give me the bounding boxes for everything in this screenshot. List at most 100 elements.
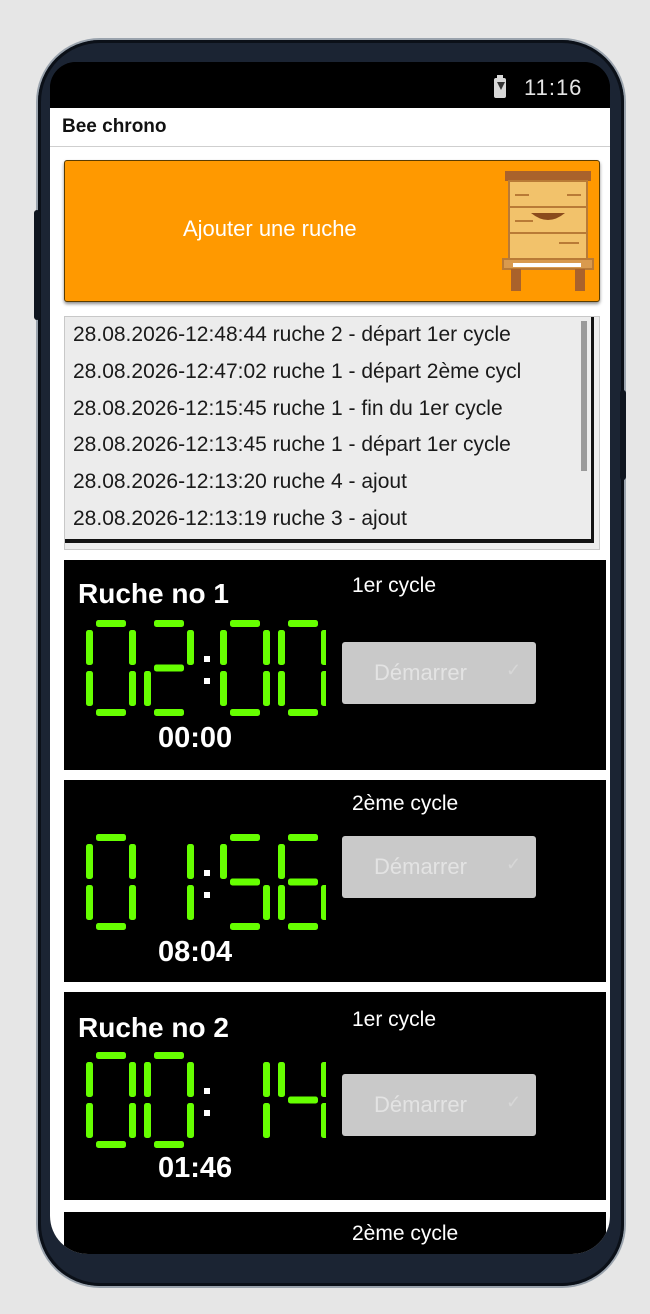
segment-digit-1-f bbox=[144, 1062, 151, 1097]
segment-digit-1-b bbox=[187, 1062, 194, 1097]
event-log-list[interactable]: 28.08.2026-12:48:44 ruche 2 - départ 1er… bbox=[64, 316, 600, 550]
power-button bbox=[620, 390, 626, 480]
segment-digit-0-d bbox=[96, 709, 126, 716]
hive-1-cycle-2-panel: 2ème cycle 08:04 Démarrer ✓ bbox=[64, 780, 606, 982]
segment-digit-1-d bbox=[154, 1141, 184, 1148]
segment-digit-0-f bbox=[86, 1062, 93, 1097]
segment-digit-3-c bbox=[321, 1103, 326, 1138]
segment-digit-3-c bbox=[321, 671, 326, 706]
cycle-label: 1er cycle bbox=[352, 1008, 437, 1031]
segment-digit-0-a bbox=[96, 834, 126, 841]
log-scrollbar[interactable] bbox=[581, 321, 587, 471]
log-entry: 28.08.2026-12:48:44 ruche 2 - départ 1er… bbox=[73, 323, 511, 346]
divider bbox=[64, 1202, 544, 1207]
log-entry: 28.08.2026-12:13:45 ruche 1 - départ 1er… bbox=[73, 433, 511, 457]
app-title: Bee chrono bbox=[50, 108, 610, 147]
segment-digit-1-e bbox=[144, 1103, 151, 1138]
elapsed-time: 00:00 bbox=[158, 722, 233, 754]
segment-digit-2-a bbox=[230, 834, 260, 841]
countdown-display bbox=[86, 834, 326, 930]
segment-digit-3-a bbox=[288, 834, 318, 841]
cycle-label: 2ème cycle bbox=[352, 792, 459, 815]
colon-dot-0 bbox=[204, 870, 210, 876]
colon-dot-1 bbox=[204, 892, 210, 898]
start-button-label: Démarrer bbox=[374, 854, 467, 879]
segment-digit-1-c bbox=[187, 885, 194, 920]
segment-digit-2-d bbox=[230, 709, 260, 716]
start-button[interactable]: Démarrer ✓ bbox=[342, 642, 536, 704]
segment-digit-0-a bbox=[96, 620, 126, 627]
segment-digit-0-e bbox=[86, 671, 93, 706]
volume-button bbox=[34, 210, 40, 320]
segment-digit-0-e bbox=[86, 885, 93, 920]
segment-digit-1-d bbox=[154, 709, 184, 716]
screen: 11:16 Bee chrono Ajouter une ruche 28.08… bbox=[50, 62, 610, 1254]
log-entry: 28.08.2026-12:13:19 ruche 3 - ajout bbox=[73, 506, 407, 530]
segment-digit-3-e bbox=[278, 885, 285, 920]
segment-digit-2-c bbox=[263, 671, 270, 706]
segment-digit-1-a bbox=[154, 620, 184, 627]
segment-digit-0-c bbox=[129, 671, 136, 706]
segment-digit-2-f bbox=[220, 844, 227, 879]
hive-2-cycle-2-panel: 2ème cycle bbox=[64, 1212, 606, 1254]
segment-digit-3-f bbox=[278, 844, 285, 879]
status-time: 11:16 bbox=[524, 75, 583, 100]
add-hive-button[interactable]: Ajouter une ruche bbox=[64, 160, 600, 302]
start-button[interactable]: Démarrer ✓ bbox=[342, 836, 536, 898]
segment-digit-0-f bbox=[86, 630, 93, 665]
segment-digit-3-b bbox=[321, 630, 326, 665]
segment-digit-3-g bbox=[288, 1096, 318, 1104]
segment-digit-0-a bbox=[96, 1052, 126, 1059]
countdown-display bbox=[86, 1052, 326, 1148]
hive-title: Ruche no 2 bbox=[78, 1012, 229, 1043]
segment-digit-0-b bbox=[129, 1062, 136, 1097]
hive-2-cycle-1-panel: Ruche no 2 1er cycle 01:46 Démarrer ✓ bbox=[64, 992, 606, 1200]
segment-digit-2-c bbox=[263, 885, 270, 920]
start-button[interactable]: Démarrer ✓ bbox=[342, 1074, 536, 1136]
colon-dot-0 bbox=[204, 656, 210, 662]
beehive-icon bbox=[502, 171, 594, 291]
segment-digit-1-b bbox=[187, 844, 194, 879]
segment-digit-2-g bbox=[230, 878, 260, 886]
segment-digit-3-c bbox=[321, 885, 326, 920]
cycle-label: 2ème cycle bbox=[352, 1222, 459, 1245]
divider bbox=[64, 772, 544, 777]
segment-digit-1-a bbox=[154, 1052, 184, 1059]
check-icon: ✓ bbox=[506, 660, 522, 680]
segment-digit-1-e bbox=[144, 671, 151, 706]
status-bar: 11:16 bbox=[50, 62, 610, 108]
segment-digit-1-b bbox=[187, 630, 194, 665]
colon-dot-1 bbox=[204, 1110, 210, 1116]
segment-digit-2-a bbox=[230, 620, 260, 627]
add-hive-label: Ajouter une ruche bbox=[183, 216, 357, 241]
segment-digit-0-c bbox=[129, 885, 136, 920]
elapsed-time: 01:46 bbox=[158, 1152, 233, 1184]
segment-digit-2-b bbox=[263, 630, 270, 665]
segment-digit-0-c bbox=[129, 1103, 136, 1138]
segment-digit-3-f bbox=[278, 630, 285, 665]
start-button-label: Démarrer bbox=[374, 1092, 467, 1117]
segment-digit-3-d bbox=[288, 709, 318, 716]
start-button-label: Démarrer bbox=[374, 660, 467, 685]
hive-1-cycle-1-panel: Ruche no 1 1er cycle 00:00 Démarrer ✓ bbox=[64, 560, 606, 770]
colon-dot-1 bbox=[204, 678, 210, 684]
segment-digit-3-b bbox=[321, 1062, 326, 1097]
segment-digit-2-b bbox=[263, 1062, 270, 1097]
event-log-viewport: 28.08.2026-12:48:44 ruche 2 - départ 1er… bbox=[65, 317, 594, 543]
segment-digit-3-d bbox=[288, 923, 318, 930]
app-content: Bee chrono Ajouter une ruche 28.08.2026-… bbox=[50, 108, 610, 1254]
log-entry: 28.08.2026-12:47:02 ruche 1 - départ 2èm… bbox=[73, 359, 522, 383]
battery-charging-icon bbox=[494, 75, 506, 98]
check-icon: ✓ bbox=[506, 1092, 522, 1112]
log-entry: 28.08.2026-12:13:20 ruche 4 - ajout bbox=[73, 470, 407, 494]
segment-digit-1-c bbox=[187, 1103, 194, 1138]
cycle-label: 1er cycle bbox=[352, 574, 437, 597]
segment-digit-3-e bbox=[278, 671, 285, 706]
segment-digit-0-b bbox=[129, 844, 136, 879]
hive-title: Ruche no 1 bbox=[78, 578, 229, 609]
segment-digit-0-b bbox=[129, 630, 136, 665]
check-icon: ✓ bbox=[506, 854, 522, 874]
segment-digit-2-f bbox=[220, 630, 227, 665]
segment-digit-1-g bbox=[154, 664, 184, 672]
segment-digit-3-g bbox=[288, 878, 318, 886]
